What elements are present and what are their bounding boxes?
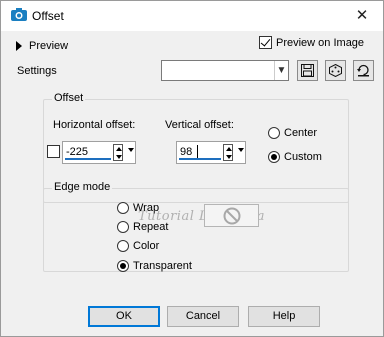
wrap-radio[interactable]: Wrap: [117, 202, 159, 214]
preview-toggle[interactable]: Preview: [16, 38, 68, 54]
wrap-radio-button[interactable]: [117, 202, 129, 214]
settings-label: Settings: [17, 65, 57, 77]
color-radio[interactable]: Color: [117, 240, 159, 252]
horizontal-offset-stepper[interactable]: [113, 144, 123, 161]
center-radio-button[interactable]: [268, 127, 280, 139]
vertical-offset-stepper[interactable]: [223, 144, 233, 161]
input-underline: [179, 158, 221, 160]
center-radio-label: Center: [284, 127, 318, 139]
save-settings-button[interactable]: [297, 60, 318, 81]
custom-radio-button[interactable]: [268, 151, 280, 163]
custom-radio-label: Custom: [284, 151, 322, 163]
edge-mode-group-title: Edge mode: [52, 181, 113, 193]
repeat-radio-label: Repeat: [133, 221, 169, 233]
repeat-radio[interactable]: Repeat: [117, 221, 168, 233]
edge-mode-group: Edge mode: [43, 181, 349, 272]
settings-dropdown[interactable]: ▼: [161, 60, 289, 81]
horizontal-offset-dropdown-icon[interactable]: [128, 148, 134, 152]
text-caret: [197, 145, 198, 159]
close-icon[interactable]: ✕: [347, 5, 377, 27]
horizontal-offset-input[interactable]: -225: [62, 141, 136, 164]
input-underline: [65, 158, 111, 160]
repeat-radio-button[interactable]: [117, 221, 129, 233]
center-radio[interactable]: Center: [268, 127, 317, 139]
app-icon: [11, 8, 27, 22]
vertical-offset-dropdown-icon[interactable]: [238, 148, 244, 152]
disabled-icon: [223, 207, 241, 225]
color-radio-label: Color: [133, 240, 160, 252]
custom-radio[interactable]: Custom: [268, 151, 322, 163]
vertical-offset-input[interactable]: 98: [176, 141, 246, 164]
window-title: Offset: [32, 9, 64, 23]
randomize-button[interactable]: [325, 60, 346, 81]
transparent-radio[interactable]: Transparent: [117, 260, 192, 272]
transparent-radio-label: Transparent: [133, 260, 192, 272]
color-swatch[interactable]: [204, 204, 259, 227]
preview-on-image-label: Preview on Image: [276, 36, 365, 49]
offset-group-title: Offset: [52, 92, 86, 104]
expand-arrow-icon: [16, 41, 22, 51]
horizontal-offset-value: -225: [66, 146, 89, 158]
vertical-offset-label: Vertical offset:: [165, 119, 234, 131]
help-button[interactable]: Help: [248, 306, 320, 327]
preview-on-image-option[interactable]: Preview on Image: [259, 36, 364, 49]
cancel-button[interactable]: Cancel: [167, 306, 239, 327]
dialog-body: Preview Preview on Image Settings ▼ Offs…: [1, 31, 383, 336]
horizontal-offset-label: Horizontal offset:: [53, 119, 136, 131]
wrap-radio-label: Wrap: [133, 202, 160, 214]
chevron-down-icon[interactable]: ▼: [274, 61, 288, 80]
preview-on-image-checkbox[interactable]: [259, 36, 272, 49]
ok-button[interactable]: OK: [88, 306, 160, 327]
offset-dialog: Offset ✕ Preview Preview on Image Settin…: [0, 0, 384, 337]
save-icon: [301, 64, 314, 77]
color-radio-button[interactable]: [117, 240, 129, 252]
preview-label: Preview: [29, 40, 69, 52]
reset-button[interactable]: [353, 60, 374, 81]
reset-icon: [357, 64, 369, 77]
dice-icon: [329, 63, 342, 78]
title-bar: Offset ✕: [1, 1, 383, 31]
link-offsets-checkbox[interactable]: [47, 145, 60, 158]
transparent-radio-button[interactable]: [117, 260, 129, 272]
vertical-offset-value: 98: [180, 146, 193, 158]
